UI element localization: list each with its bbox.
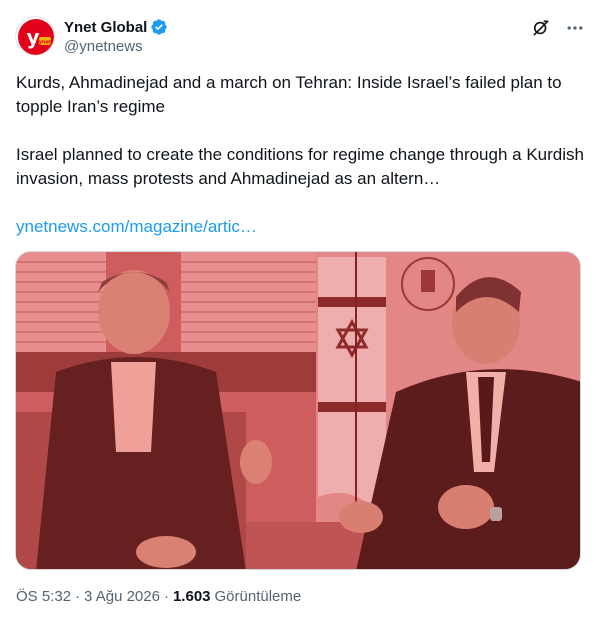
svg-text:ynet: ynet [39,40,52,46]
post-date[interactable]: 3 Ağu 2026 [84,588,160,605]
name-row: Ynet Global [64,17,168,37]
author-block: Ynet Global @ynetnews [64,17,168,55]
post-photo[interactable] [15,251,581,570]
tweet-meta: ÖS 5:32 · 3 Ağu 2026 · 1.603 Görüntüleme [16,588,301,605]
verified-badge-icon [150,18,168,36]
display-name[interactable]: Ynet Global [64,19,147,36]
svg-text:y: y [26,25,39,49]
article-link[interactable]: ynetnews.com/magazine/artic… [16,217,257,236]
ynet-logo-icon: y ynet [18,19,54,55]
avatar[interactable]: y ynet [15,16,55,56]
tweet: y ynet Ynet Global @ynetnews Kurds, Ahma… [0,0,607,629]
views-label: Görüntüleme [214,588,302,605]
more-icon[interactable] [565,18,585,38]
post-time[interactable]: ÖS 5:32 [16,588,71,605]
post-headline: Kurds, Ahmadinejad and a march on Tehran… [16,73,562,116]
handle[interactable]: @ynetnews [64,38,168,55]
tweet-text: Kurds, Ahmadinejad and a march on Tehran… [16,71,586,239]
post-summary: Israel planned to create the conditions … [16,145,584,188]
tweet-actions [531,18,585,38]
photo-image [16,252,580,569]
meta-separator: · [75,588,81,605]
meta-separator-2: · [163,588,169,605]
views-count: 1.603 [172,588,211,605]
grok-icon[interactable] [531,18,551,38]
